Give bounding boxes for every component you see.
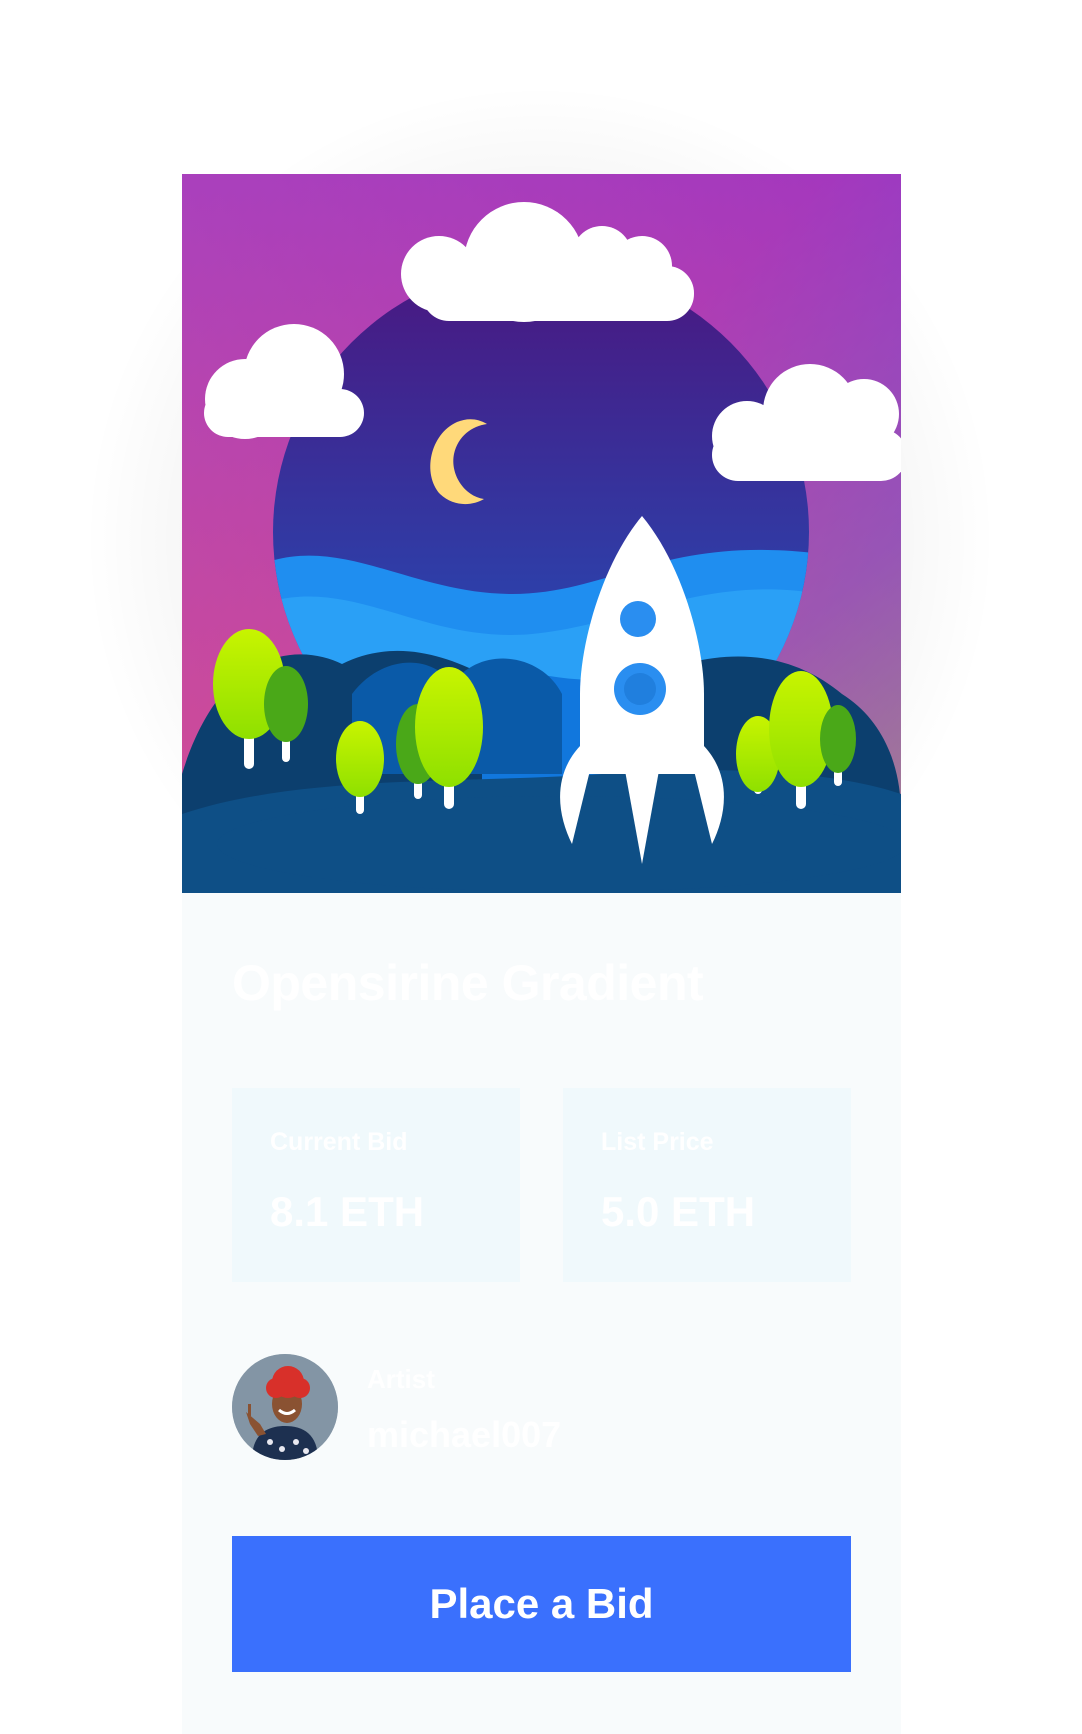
list-price-label: List Price <box>601 1128 714 1156</box>
nft-artwork[interactable] <box>182 174 901 893</box>
nft-card: Opensirine Gradient Current Bid 8.1 ETH … <box>182 174 901 1734</box>
current-bid-label: Current Bid <box>270 1128 408 1156</box>
artist-avatar-photo <box>232 1354 338 1460</box>
artist-avatar[interactable] <box>232 1354 338 1460</box>
current-bid-value: 8.1 ETH <box>270 1188 425 1235</box>
rocket-landscape-illustration <box>182 174 901 893</box>
artist-name[interactable]: michael007 <box>367 1414 561 1456</box>
place-bid-button[interactable]: Place a Bid <box>232 1536 851 1672</box>
nft-title: Opensirine Gradient <box>232 955 704 1011</box>
list-price-value: 5.0 ETH <box>601 1188 756 1235</box>
artist-info: Artist michael007 <box>232 1354 832 1464</box>
list-price-box: List Price 5.0 ETH <box>563 1088 851 1282</box>
current-bid-box: Current Bid 8.1 ETH <box>232 1088 520 1282</box>
artist-label: Artist <box>367 1364 435 1394</box>
